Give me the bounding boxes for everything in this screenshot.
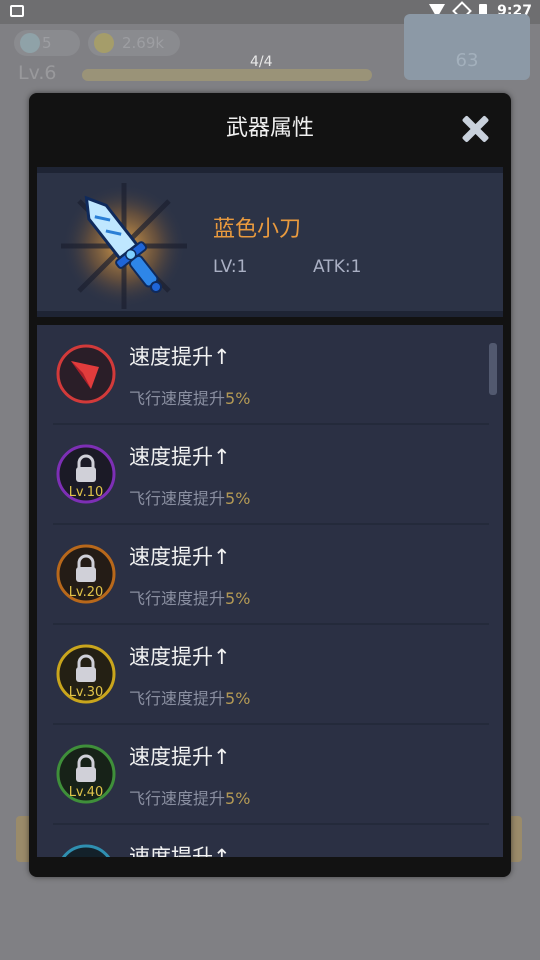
attribute-description: 飞行速度提升5% xyxy=(129,389,251,408)
list-item[interactable]: Lv.30 速度提升↑ 飞行速度提升5% xyxy=(53,625,489,725)
weapon-attack: ATK:1 xyxy=(313,257,362,277)
weapon-card: 蓝色小刀 LV:1 ATK:1 xyxy=(37,167,503,317)
list-item[interactable]: 速度提升↑ xyxy=(53,825,489,857)
attribute-title: 速度提升↑ xyxy=(129,645,231,669)
top-right-value: 63 xyxy=(455,50,479,71)
attribute-percent: 5% xyxy=(225,489,251,508)
attribute-percent: 5% xyxy=(225,789,251,808)
list-item[interactable]: Lv.10 速度提升↑ 飞行速度提升5% xyxy=(53,425,489,525)
lock-icon xyxy=(61,844,111,857)
attribute-title: 速度提升↑ xyxy=(129,845,231,857)
weapon-name: 蓝色小刀 xyxy=(213,217,302,242)
red-crystal-icon xyxy=(56,344,116,404)
modal-title: 武器属性 xyxy=(225,116,314,141)
coin-count: 2.69k xyxy=(122,34,165,52)
lock-level-label: Lv.20 xyxy=(68,585,104,600)
attribute-description: 飞行速度提升5% xyxy=(129,489,251,508)
attribute-percent: 5% xyxy=(225,589,251,608)
page-indicator: 4/4 xyxy=(250,54,273,70)
weapon-level: LV:1 xyxy=(213,257,248,277)
close-icon[interactable] xyxy=(459,113,491,145)
gem-counter[interactable]: 5 xyxy=(14,30,80,56)
image-notification-icon xyxy=(10,5,24,17)
attribute-percent: 5% xyxy=(225,389,251,408)
top-right-panel[interactable]: 63 xyxy=(404,14,530,80)
attribute-percent: 5% xyxy=(225,689,251,708)
list-item[interactable]: Lv.40 速度提升↑ 飞行速度提升5% xyxy=(53,725,489,825)
attribute-title: 速度提升↑ xyxy=(129,745,231,769)
attribute-description: 飞行速度提升5% xyxy=(129,589,251,608)
list-item[interactable]: 速度提升↑ 飞行速度提升5% xyxy=(53,325,489,425)
gem-icon xyxy=(20,33,40,53)
player-level: Lv.6 xyxy=(18,62,57,84)
attribute-title: 速度提升↑ xyxy=(129,445,231,469)
list-scrollbar[interactable] xyxy=(489,343,497,395)
attribute-description: 飞行速度提升5% xyxy=(129,689,251,708)
lock-level-label: Lv.40 xyxy=(68,785,104,800)
lock-level-label: Lv.10 xyxy=(68,485,104,500)
attribute-title: 速度提升↑ xyxy=(129,345,231,369)
lock-level-label: Lv.30 xyxy=(68,685,104,700)
coin-icon xyxy=(94,33,114,53)
weapon-attributes-modal: 武器属性 蓝色小刀 LV:1 ATK:1 速度提升↑ 飞行速度提升5% Lv.1… xyxy=(29,93,511,877)
xp-bar xyxy=(82,69,372,81)
blue-knife-icon xyxy=(61,183,187,309)
attribute-title: 速度提升↑ xyxy=(129,545,231,569)
coin-counter[interactable]: 2.69k xyxy=(88,30,180,56)
list-item[interactable]: Lv.20 速度提升↑ 飞行速度提升5% xyxy=(53,525,489,625)
gem-count: 5 xyxy=(42,34,52,52)
attribute-description: 飞行速度提升5% xyxy=(129,789,251,808)
attribute-list[interactable]: 速度提升↑ 飞行速度提升5% Lv.10 速度提升↑ 飞行速度提升5% Lv.2… xyxy=(37,325,503,857)
